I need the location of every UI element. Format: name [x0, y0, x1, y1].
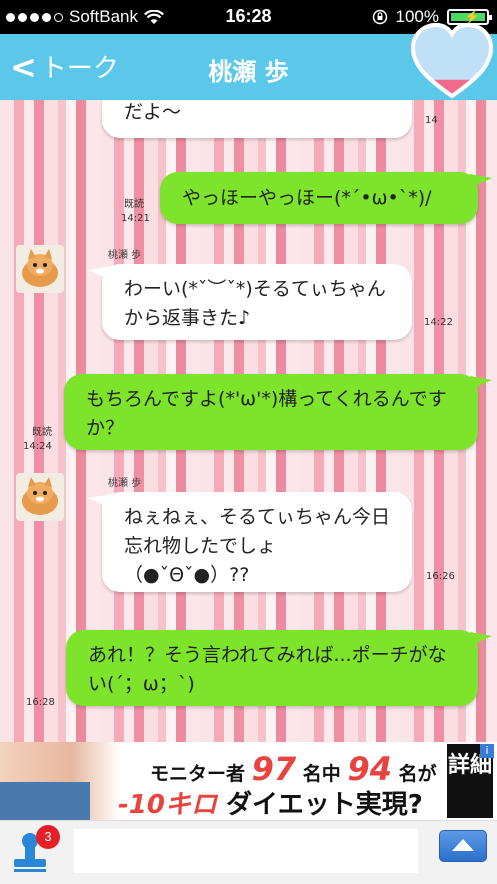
send-arrow-icon[interactable] — [439, 830, 487, 862]
ad-text-suffix: 名が — [398, 763, 437, 785]
stamp-badge: 3 — [36, 825, 60, 849]
message-text: だよ〜 — [124, 101, 182, 123]
incoming-bubble[interactable]: だよ〜 — [102, 100, 412, 138]
avatar[interactable] — [16, 245, 64, 293]
outgoing-bubble[interactable]: やっほーやっほー(*´•ω•`*)/ — [160, 172, 492, 224]
outgoing-bubble[interactable]: あれ！？そう言われてみれば...ポーチがない(´；ω；`) — [66, 630, 492, 706]
read-receipt: 既読 — [32, 427, 52, 438]
ad-number-1: 97 — [251, 750, 297, 788]
chat-area[interactable]: だよ〜 14 既読 14:21 やっほーやっほー(*´•ω•`*)/ 桃瀬 歩 … — [0, 100, 497, 742]
ad-banner[interactable]: モニター者 97 名中 94 名が -10キロ ダイエット実現? 詳細 i — [0, 742, 497, 820]
message-time: 16:28 — [26, 697, 55, 708]
message-time: 16:26 — [426, 571, 455, 582]
message-text: あれ！？そう言われてみれば...ポーチがない(´；ω；`) — [88, 644, 447, 695]
avatar[interactable] — [16, 473, 64, 521]
ad-tagline: -10キロ ダイエット実現? — [118, 784, 423, 820]
message-time: 14:22 — [424, 317, 453, 328]
incoming-bubble[interactable]: わーい(*ˇ︶ˇ*)そるてぃちゃんから返事きた♪ — [88, 264, 412, 340]
sender-name: 桃瀬 歩 — [108, 478, 142, 489]
message-text: やっほーやっほー(*´•ω•`*)/ — [182, 187, 432, 209]
ad-highlight: -10キロ — [118, 790, 217, 820]
sender-name: 桃瀬 歩 — [108, 250, 142, 261]
input-bar: 3 — [0, 820, 497, 884]
ad-text-prefix: モニター者 — [150, 763, 246, 785]
message-text: ねぇねぇ、そるてぃちゃん今日忘れ物したでしょ（●ˇΘˇ●）?? — [124, 506, 391, 586]
read-receipt: 既読 — [124, 199, 144, 210]
heart-gauge-icon[interactable] — [409, 20, 495, 102]
message-time: 14 — [425, 115, 438, 126]
ad-headline: モニター者 97 名中 94 名が — [150, 750, 437, 788]
ad-text-mid: 名中 — [302, 763, 341, 785]
ad-tagline-text: ダイエット実現? — [226, 790, 423, 820]
incoming-bubble[interactable]: ねぇねぇ、そるてぃちゃん今日忘れ物したでしょ（●ˇΘˇ●）?? — [88, 492, 412, 592]
message-time: 14:24 — [23, 441, 52, 452]
message-text: もちろんですよ(*'ω'*)構ってくれるんですか？ — [86, 388, 447, 439]
message-text: わーい(*ˇ︶ˇ*)そるてぃちゃんから返事きた♪ — [124, 278, 386, 329]
ad-image-jeans — [0, 782, 90, 820]
ad-number-2: 94 — [347, 750, 392, 788]
outgoing-bubble[interactable]: もちろんですよ(*'ω'*)構ってくれるんですか？ — [64, 374, 492, 450]
message-time: 14:21 — [121, 213, 150, 224]
rotation-lock-icon — [372, 9, 387, 25]
message-input[interactable] — [74, 829, 418, 873]
ad-info-icon[interactable]: i — [480, 744, 494, 758]
